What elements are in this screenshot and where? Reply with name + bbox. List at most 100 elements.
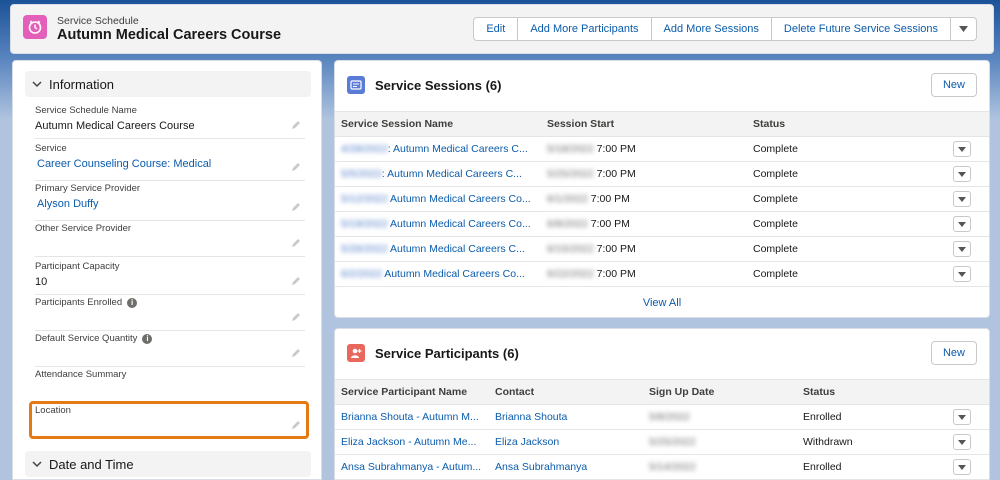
row-actions-cell — [947, 429, 989, 455]
participant-name-link[interactable]: Eliza Jackson - Autumn Me... — [335, 429, 489, 455]
session-name: : Autumn Medical Careers C... — [387, 143, 528, 155]
info-icon[interactable]: i — [142, 333, 153, 344]
sessions-table: Service Session Name Session Start Statu… — [335, 111, 989, 287]
service-participants-card: Service Participants (6) New Service Par… — [334, 328, 990, 480]
participant-name-link[interactable]: Brianna Shouta - Autumn M... — [335, 404, 489, 430]
field-participants-enrolled: Participants Enrolled i — [35, 297, 305, 331]
row-actions-button[interactable] — [953, 141, 971, 157]
pencil-icon[interactable] — [291, 238, 301, 251]
row-actions-cell — [947, 211, 989, 237]
session-name-link[interactable]: 5/12/2022 Autumn Medical Careers Co... — [335, 186, 541, 212]
session-date: 6/8/2022 — [547, 218, 588, 230]
information-section-header[interactable]: Information — [25, 71, 311, 97]
field-other-service-provider: Other Service Provider — [35, 223, 305, 257]
pencil-icon[interactable] — [291, 420, 301, 433]
more-actions-button[interactable] — [951, 17, 977, 41]
session-name: : Autumn Medical Careers C... — [381, 168, 522, 180]
session-time: 7:00 PM — [590, 193, 630, 205]
table-row: 6/2/2022 Autumn Medical Careers Co... 6/2… — [335, 261, 989, 287]
session-date-prefix: 5/12/2022 — [341, 193, 388, 205]
session-status: Complete — [747, 161, 947, 187]
participant-name-link[interactable]: Ansa Subrahmanya - Autum... — [335, 454, 489, 480]
pencil-icon[interactable] — [291, 348, 301, 361]
delete-future-sessions-button[interactable]: Delete Future Service Sessions — [771, 17, 951, 41]
row-actions-button[interactable] — [953, 409, 971, 425]
column-header[interactable]: Status — [747, 111, 947, 137]
row-actions-cell — [947, 454, 989, 480]
service-link[interactable]: Career Counseling Course: Medical — [35, 158, 305, 170]
edit-button[interactable]: Edit — [473, 17, 519, 41]
card-title: Service Participants (6) — [375, 346, 519, 361]
participant-icon — [347, 344, 365, 362]
row-actions-button[interactable] — [953, 459, 971, 475]
row-actions-button[interactable] — [953, 166, 971, 182]
column-header[interactable]: Status — [797, 379, 947, 405]
calendar-clock-icon — [23, 15, 47, 39]
info-icon[interactable]: i — [127, 297, 138, 308]
session-name-link[interactable]: 5/19/2022 Autumn Medical Careers Co... — [335, 211, 541, 237]
participants-table: Service Participant Name Contact Sign Up… — [335, 379, 989, 480]
contact-link[interactable]: Ansa Subrahmanya — [489, 454, 643, 480]
field-participant-capacity: Participant Capacity 10 — [35, 261, 305, 295]
pencil-icon[interactable] — [291, 120, 301, 133]
chevron-down-icon — [958, 246, 966, 252]
row-actions-button[interactable] — [953, 434, 971, 450]
session-status: Complete — [747, 186, 947, 212]
session-name-link[interactable]: 5/26/2022 Autumn Medical Careers C... — [335, 236, 541, 262]
session-time: 7:00 PM — [596, 143, 636, 155]
date-time-section-header[interactable]: Date and Time — [25, 451, 311, 477]
pencil-icon[interactable] — [291, 162, 301, 175]
chevron-down-icon — [958, 146, 966, 152]
session-time: 7:00 PM — [596, 243, 636, 255]
signup-date-cell: 5/25/2022 — [643, 429, 797, 455]
field-attendance-summary: Attendance Summary — [35, 369, 305, 401]
add-more-sessions-button[interactable]: Add More Sessions — [651, 17, 772, 41]
chevron-down-icon — [958, 464, 966, 470]
table-row: Brianna Shouta - Autumn M... Brianna Shou… — [335, 404, 989, 430]
session-time: 7:00 PM — [590, 218, 630, 230]
column-header[interactable]: Session Start — [541, 111, 747, 137]
column-header-actions — [947, 111, 989, 137]
session-name: Autumn Medical Careers Co... — [387, 218, 531, 230]
record-title: Autumn Medical Careers Course — [57, 27, 282, 43]
row-actions-cell — [947, 261, 989, 287]
session-start-cell: 6/8/2022 7:00 PM — [541, 211, 747, 237]
new-participant-button[interactable]: New — [931, 341, 977, 365]
add-more-participants-button[interactable]: Add More Participants — [518, 17, 652, 41]
field-label: Location — [35, 405, 71, 416]
field-label: Attendance Summary — [35, 369, 127, 380]
new-session-button[interactable]: New — [931, 73, 977, 97]
row-actions-button[interactable] — [953, 241, 971, 257]
session-status: Complete — [747, 211, 947, 237]
session-status: Complete — [747, 136, 947, 162]
row-actions-cell — [947, 186, 989, 212]
contact-link[interactable]: Eliza Jackson — [489, 429, 643, 455]
session-date-prefix: 4/28/2022 — [341, 143, 388, 155]
contact-link[interactable]: Brianna Shouta — [489, 404, 643, 430]
table-row: 5/19/2022 Autumn Medical Careers Co... 6/… — [335, 211, 989, 237]
chevron-down-icon — [25, 460, 49, 468]
pencil-icon[interactable] — [291, 202, 301, 215]
pencil-icon[interactable] — [291, 276, 301, 289]
column-header[interactable]: Sign Up Date — [643, 379, 797, 405]
view-all-link[interactable]: View All — [335, 287, 989, 317]
participant-status: Withdrawn — [797, 429, 947, 455]
row-actions-button[interactable] — [953, 266, 971, 282]
field-service-schedule-name: Service Schedule Name Autumn Medical Car… — [35, 105, 305, 139]
pencil-icon[interactable] — [291, 312, 301, 325]
session-name-link[interactable]: 6/2/2022 Autumn Medical Careers Co... — [335, 261, 541, 287]
table-row: 5/5/2022: Autumn Medical Careers C... 5/2… — [335, 161, 989, 187]
session-date-prefix: 6/2/2022 — [341, 268, 382, 280]
session-name-link[interactable]: 5/5/2022: Autumn Medical Careers C... — [335, 161, 541, 187]
table-row: 5/12/2022 Autumn Medical Careers Co... 6/… — [335, 186, 989, 212]
row-actions-button[interactable] — [953, 191, 971, 207]
column-header[interactable]: Contact — [489, 379, 643, 405]
session-date-prefix: 5/26/2022 — [341, 243, 388, 255]
row-actions-button[interactable] — [953, 216, 971, 232]
column-header[interactable]: Service Session Name — [335, 111, 541, 137]
field-label-row: Participants Enrolled i — [35, 297, 305, 308]
primary-provider-link[interactable]: Alyson Duffy — [35, 198, 305, 210]
session-name-link[interactable]: 4/28/2022: Autumn Medical Careers C... — [335, 136, 541, 162]
column-header[interactable]: Service Participant Name — [335, 379, 489, 405]
session-date: 6/22/2022 — [547, 268, 594, 280]
